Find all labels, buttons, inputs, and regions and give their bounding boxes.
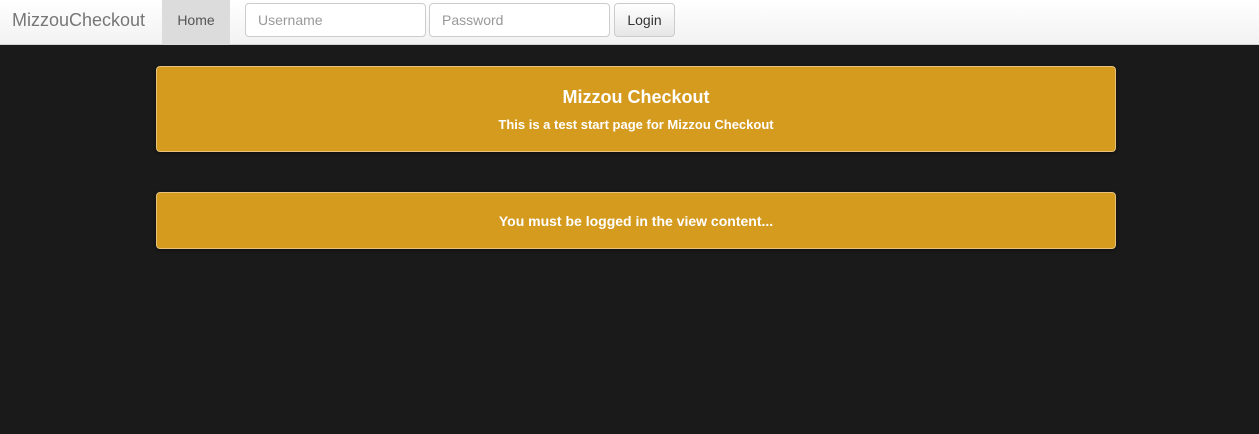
brand-link[interactable]: MizzouCheckout [12, 0, 145, 40]
username-input[interactable] [245, 3, 426, 37]
hero-title: Mizzou Checkout [562, 87, 710, 107]
password-input[interactable] [429, 3, 610, 37]
login-button[interactable]: Login [614, 3, 675, 37]
hero-subtitle: This is a test start page for Mizzou Che… [498, 117, 774, 132]
hero-panel: Mizzou Checkout This is a test start pag… [156, 66, 1116, 152]
nav-home-link[interactable]: Home [162, 0, 230, 45]
login-required-panel: You must be logged in the view content..… [156, 192, 1116, 249]
top-navbar: MizzouCheckout Home Login [0, 0, 1259, 45]
login-required-message: You must be logged in the view content..… [498, 213, 774, 229]
